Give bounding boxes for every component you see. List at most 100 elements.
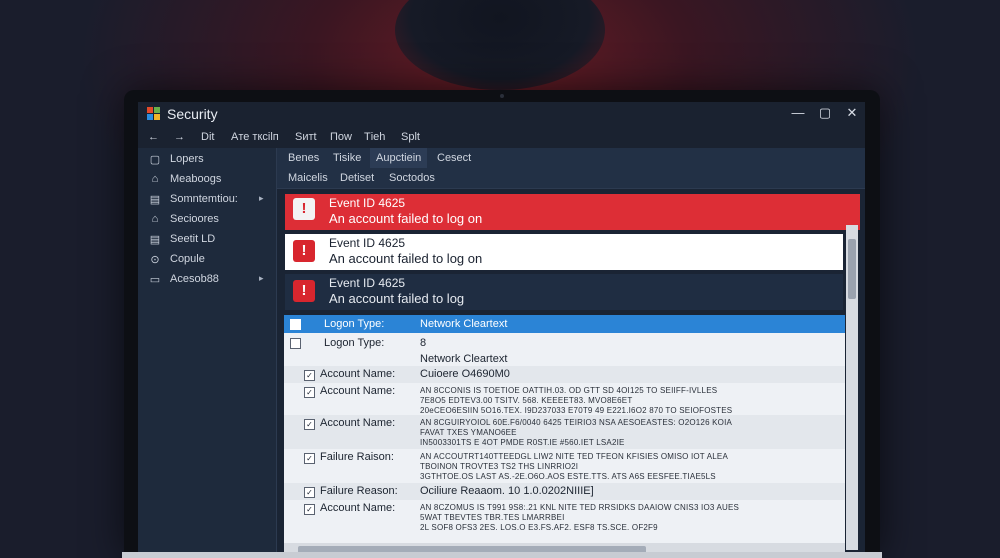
checkbox[interactable]: ✓ [304,370,315,381]
menu-item-tieh[interactable]: Тiеh [364,131,385,143]
tab-benes[interactable]: Benes [282,148,325,168]
settings-icon: ▤ [149,234,161,246]
sidebar-item-acesob88[interactable]: ▭ Acesob88 ▸ [138,270,276,290]
event-row[interactable]: ! Event ID 4625 An account failed to log… [285,194,860,230]
menu-item-sitt[interactable]: Sитt [295,131,317,143]
menu-item-action[interactable]: Aте тксіlп [231,131,279,143]
sidebar-item-label: Secioores [170,213,219,225]
menu-bar: ← → Dit Aте тксіlп Sитt Поw Тiеh Sрlt [138,128,865,149]
laptop-frame: Security — ▢ ✕ ← → Dit Aте тксіlп Sитt П… [124,90,880,558]
copy-icon: ⊙ [150,254,160,266]
tab-soctodos[interactable]: Soctodos [383,168,441,188]
sidebar-item-label: Meaboogs [170,173,222,185]
app-title: Security [167,106,218,122]
detail-label: Account Name: [320,417,396,429]
detail-row[interactable]: ✓ Account Name: AN 8CGUIRYOIOL 60E.F6/00… [284,415,845,449]
home-icon: ⌂ [151,173,159,185]
detail-value: Network Cleartext [420,353,508,365]
shield-icon: ⌂ [151,213,159,225]
tab-cesect[interactable]: Cesect [431,148,477,168]
doc-icon: ▤ [149,194,161,206]
access-icon: ▭ [149,274,161,286]
checkbox[interactable] [290,319,301,330]
checkbox[interactable]: ✓ [304,453,315,464]
menu-item-dit[interactable]: Dit [201,131,214,143]
details-panel: Logon Type: Network Cleartext Logon Type… [284,315,845,543]
windows-logo-icon [147,107,161,121]
minimize-button[interactable]: — [788,105,808,120]
detail-value: 2L SOF8 OFS3 2ES. LOS.O E3.FS.AF2. ESF8 … [420,523,658,532]
chevron-right-icon[interactable]: ▸ [259,273,264,284]
detail-row[interactable]: ✓ Failure Reason: Ociliure Reaaom. 10 1.… [284,483,845,500]
close-button[interactable]: ✕ [842,105,862,121]
alert-icon: ! [293,240,315,262]
back-button[interactable]: ← [148,131,159,143]
detail-value: Network Cleartext [420,318,508,330]
sidebar-item-meaboogs[interactable]: ⌂ Meaboogs [138,170,276,190]
detail-value: IN5003301TS E 4OT PMDE R0ST.IE #560.IET … [420,438,625,447]
camera-dot [500,94,504,98]
sidebar-item-copule[interactable]: ⊙ Copule [138,250,276,270]
sidebar-item-lopers[interactable]: ▢ Lopers [138,150,276,170]
sidebar-item-seetit[interactable]: ▤ Seetit LD [138,230,276,250]
event-id: Event ID 4625 [329,196,406,210]
sidebar-item-label: Seetit LD [170,233,216,245]
detail-value: 8 [420,337,427,349]
tab-aupctiein[interactable]: Aupctiein [370,148,428,168]
menu-item-view[interactable]: Поw [330,131,352,143]
laptop-base [122,552,882,558]
event-row[interactable]: ! Event ID 4625 An account failed to log [285,274,843,310]
forward-button[interactable]: → [174,131,185,143]
alert-icon: ! [293,280,315,302]
menu-item-split[interactable]: Sрlt [401,131,420,143]
detail-label: Account Name: [320,385,396,397]
checkbox[interactable]: ✓ [304,419,315,430]
chevron-right-icon[interactable]: ▸ [259,193,264,204]
detail-label: Account Name: [320,502,396,514]
sidebar-item-somntemtiou[interactable]: ▤ Somntemtiou: ▸ [138,190,276,210]
sidebar-item-label: Acesob88 [170,273,219,285]
tab-detiset[interactable]: Detiset [334,168,380,188]
event-message: An account failed to log [329,291,465,306]
checkbox[interactable] [290,338,301,349]
folder-icon: ▢ [149,154,161,166]
sidebar-item-secioores[interactable]: ⌂ Secioores [138,210,276,230]
sidebar-item-label: Somntemtiou: [170,193,238,205]
tab-maicelis[interactable]: Maicelis [282,168,334,188]
tab-tisike[interactable]: Tisike [327,148,367,168]
alert-icon: ! [293,198,315,220]
checkbox[interactable]: ✓ [304,387,315,398]
vertical-scrollbar[interactable] [846,225,858,550]
sidebar-item-label: Lopers [170,153,204,165]
event-message: An account failed to log on [329,251,483,266]
detail-label: Account Name: [320,368,396,380]
scrollbar-thumb[interactable] [848,239,856,299]
sidebar: ▢ Lopers ⌂ Meaboogs ▤ Somntemtiou: ▸ ⌂ S… [138,148,277,558]
maximize-button[interactable]: ▢ [815,105,835,121]
event-message: An account failed to log on [329,211,483,226]
detail-label: Failure Raison: [320,451,394,463]
detail-row[interactable]: ✓ Account Name: AN 8CCONIS IS TOETIOE OA… [284,383,845,415]
tab-row-primary: Benes Tisike Aupctiein Cesect [277,148,865,169]
checkbox[interactable]: ✓ [304,487,315,498]
detail-value: 3GTHTOE.OS LAST AS.-2E.O6O.AOS ESTE.TTS.… [420,472,716,481]
detail-row[interactable]: ✓ Failure Raison: AN ACCOUTRT140TTEEDGL … [284,449,845,483]
detail-row[interactable]: Logon Type: 8 Network Cleartext [284,333,845,365]
detail-label: Logon Type: [324,318,385,330]
event-row[interactable]: ! Event ID 4625 An account failed to log… [285,234,843,270]
event-id: Event ID 4625 [329,276,406,290]
selected-detail-row[interactable]: Logon Type: Network Cleartext [284,315,845,333]
detail-value: Cuioere O4690M0 [420,368,510,380]
detail-label: Failure Reason: [320,485,398,497]
detail-row[interactable]: ✓ Account Name: Cuioere O4690M0 [284,366,845,383]
background-silhouette [395,0,605,90]
detail-value: Ociliure Reaaom. 10 1.0.0202NIIIE] [420,485,594,497]
screen: Security — ▢ ✕ ← → Dit Aте тксіlп Sитt П… [138,102,865,558]
event-id: Event ID 4625 [329,236,406,250]
sidebar-item-label: Copule [170,253,205,265]
tab-row-secondary: Maicelis Detiset Soctodos [277,168,865,189]
checkbox[interactable]: ✓ [304,504,315,515]
detail-row[interactable]: ✓ Account Name: AN 8CZOMUS IS T991 9S8:.… [284,500,845,540]
title-bar: Security — ▢ ✕ [138,102,865,128]
detail-label: Logon Type: [324,337,385,349]
